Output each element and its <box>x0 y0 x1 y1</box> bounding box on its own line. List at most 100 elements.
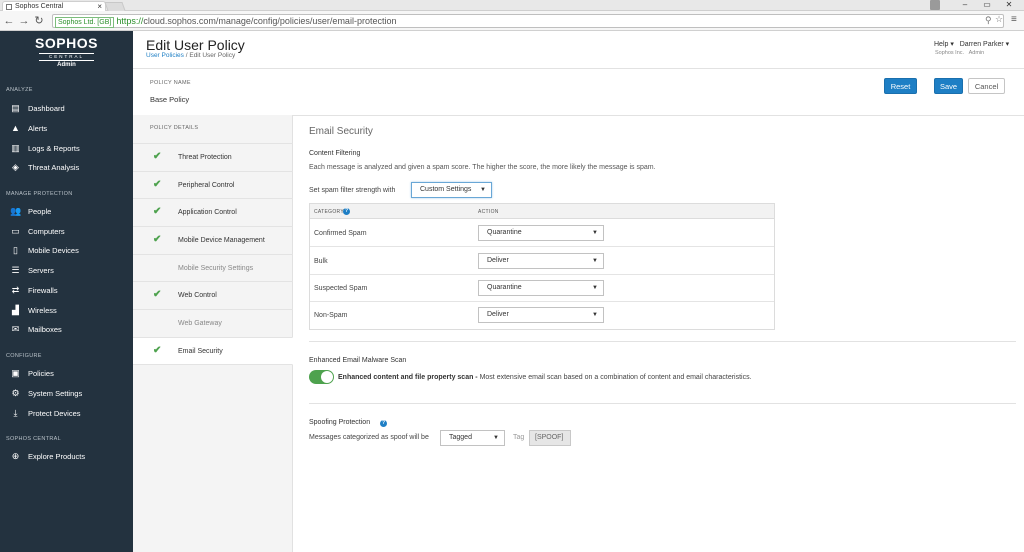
user-name-menu[interactable]: Darren Parker ▾ <box>960 41 1009 48</box>
security-badge: Sophos Ltd. [GB] <box>55 17 115 28</box>
row-category: Confirmed Spam <box>314 230 367 237</box>
breadcrumb-user-policies[interactable]: User Policies <box>146 52 184 59</box>
bookmark-star-icon[interactable]: ☆ <box>995 14 1003 25</box>
content-filtering-description: Each message is analyzed and given a spa… <box>309 164 656 171</box>
new-tab-button[interactable] <box>104 2 126 11</box>
info-icon[interactable]: ? <box>380 420 387 427</box>
cancel-button[interactable]: Cancel <box>968 78 1005 94</box>
detail-item-web-gateway[interactable]: Web Gateway <box>133 309 293 337</box>
url-field[interactable]: Sophos Ltd. [GB] https://cloud.sophos.com… <box>52 14 1004 28</box>
help-menu[interactable]: Help ▾ <box>934 41 954 48</box>
mobile-icon: ▯ <box>13 245 18 255</box>
user-role: Admin <box>968 50 985 56</box>
sidebar-item-system-settings[interactable]: ⚙ System Settings <box>10 387 82 399</box>
action-select[interactable]: Deliver ▼ <box>478 307 604 323</box>
browser-tab[interactable]: Sophos Central × <box>2 1 106 11</box>
mailbox-icon: ✉ <box>11 324 20 334</box>
sidebar: SOPHOS CENTRAL Admin ANALYZE ▤ Dashboard … <box>0 31 133 552</box>
dashboard-icon: ▤ <box>11 103 20 113</box>
reload-icon[interactable]: ↻ <box>33 14 45 28</box>
check-icon: ✔ <box>153 151 162 162</box>
sidebar-item-label: Mobile Devices <box>28 246 79 255</box>
detail-item-web-control[interactable]: ✔ Web Control <box>133 281 293 309</box>
detail-item-email-security[interactable]: ✔ Email Security <box>133 337 293 365</box>
tab-close-icon[interactable]: × <box>97 2 102 11</box>
spoofing-action-select[interactable]: Tagged ▼ <box>440 430 505 446</box>
key-icon[interactable]: ⚲ <box>985 15 992 26</box>
chevron-down-icon: ▼ <box>592 312 598 318</box>
detail-item-label: Mobile Security Settings <box>178 265 254 272</box>
sidebar-item-mailboxes[interactable]: ✉ Mailboxes <box>10 323 62 335</box>
table-row: Non-Spam Deliver ▼ <box>310 302 774 329</box>
server-icon: ☰ <box>11 265 20 275</box>
breadcrumb-current: Edit User Policy <box>189 52 236 59</box>
sidebar-heading-configure: CONFIGURE <box>6 353 42 359</box>
detail-item-label: Mobile Device Management <box>178 237 265 244</box>
sidebar-item-wireless[interactable]: ▟ Wireless <box>10 304 57 316</box>
action-select[interactable]: Quarantine ▼ <box>478 280 604 296</box>
forward-arrow-icon[interactable]: → <box>18 14 30 28</box>
detail-item-label: Peripheral Control <box>178 182 235 189</box>
spoofing-title: Spoofing Protection <box>309 419 371 426</box>
table-row: Suspected Spam Quarantine ▼ <box>310 275 774 302</box>
sidebar-item-protect-devices[interactable]: ⤓ Protect Devices <box>10 407 81 419</box>
detail-item-mobile-security-settings[interactable]: Mobile Security Settings <box>133 254 293 282</box>
row-category: Non-Spam <box>314 312 348 319</box>
save-button[interactable]: Save <box>934 78 963 94</box>
sidebar-item-policies[interactable]: ▣ Policies <box>10 367 54 379</box>
chevron-down-icon: ▼ <box>493 435 499 441</box>
check-icon: ✔ <box>153 345 162 356</box>
sidebar-item-label: Alerts <box>28 124 48 133</box>
action-select[interactable]: Quarantine ▼ <box>478 225 604 241</box>
detail-item-peripheral-control[interactable]: ✔ Peripheral Control <box>133 171 293 199</box>
sidebar-item-explore-products[interactable]: ⊕ Explore Products <box>10 450 85 462</box>
sidebar-item-label: System Settings <box>28 389 83 398</box>
sophos-logo[interactable]: SOPHOS CENTRAL Admin <box>0 36 133 69</box>
policy-name-value: Base Policy <box>150 95 190 104</box>
sidebar-item-alerts[interactable]: ▲ Alerts <box>10 122 47 134</box>
detail-item-label: Application Control <box>178 209 237 216</box>
malware-scan-toggle[interactable] <box>309 370 334 384</box>
section-title: Email Security <box>309 126 373 137</box>
detail-item-label: Web Control <box>178 292 217 299</box>
maximize-button[interactable]: ▭ <box>976 0 998 11</box>
check-icon: ✔ <box>153 179 162 190</box>
url-scheme: https:// <box>116 16 144 26</box>
action-value: Quarantine <box>487 284 522 291</box>
action-select[interactable]: Deliver ▼ <box>478 253 604 269</box>
sidebar-item-computers[interactable]: ▭ Computers <box>10 225 64 237</box>
sidebar-item-firewalls[interactable]: ⇄ Firewalls <box>10 284 58 296</box>
reports-icon: ▥ <box>11 143 20 153</box>
logo-central: CENTRAL <box>38 53 94 61</box>
info-icon[interactable]: ? <box>343 208 350 215</box>
window-close-button[interactable]: ✕ <box>998 0 1020 11</box>
chevron-down-icon: ▼ <box>592 258 598 264</box>
sidebar-item-logs-reports[interactable]: ▥ Logs & Reports <box>10 142 80 154</box>
tag-input[interactable]: [SPOOF] <box>529 430 571 446</box>
section-divider <box>309 403 1016 404</box>
sidebar-item-label: Firewalls <box>28 286 58 295</box>
sidebar-item-people[interactable]: 👥 People <box>10 205 51 217</box>
page-title: Edit User Policy <box>146 37 245 53</box>
detail-item-threat-protection[interactable]: ✔ Threat Protection <box>133 143 293 171</box>
detail-item-mobile-device-management[interactable]: ✔ Mobile Device Management <box>133 226 293 254</box>
sidebar-item-dashboard[interactable]: ▤ Dashboard <box>10 102 64 114</box>
spam-strength-select[interactable]: Custom Settings ▼ <box>411 182 492 198</box>
sidebar-item-label: Logs & Reports <box>28 144 80 153</box>
sidebar-item-servers[interactable]: ☰ Servers <box>10 264 53 276</box>
detail-item-application-control[interactable]: ✔ Application Control <box>133 198 293 226</box>
sidebar-item-mobile-devices[interactable]: ▯ Mobile Devices <box>10 244 79 256</box>
back-arrow-icon[interactable]: ← <box>3 14 15 28</box>
browser-menu-icon[interactable]: ≡ <box>1011 14 1017 25</box>
reset-button[interactable]: Reset <box>884 78 917 94</box>
user-profile-icon[interactable] <box>930 0 940 10</box>
sidebar-item-threat-analysis[interactable]: ◈ Threat Analysis <box>10 161 79 173</box>
column-header-category: CATEGORY <box>314 209 344 215</box>
sidebar-heading-analyze: ANALYZE <box>6 87 33 93</box>
people-icon: 👥 <box>10 206 22 216</box>
sidebar-item-label: Mailboxes <box>28 325 62 334</box>
user-org-info: Sophos Inc. Admin <box>935 50 984 56</box>
minimize-button[interactable]: – <box>954 0 976 11</box>
sidebar-item-label: People <box>28 207 52 216</box>
malware-scan-label: Enhanced content and file property scan … <box>338 374 752 381</box>
